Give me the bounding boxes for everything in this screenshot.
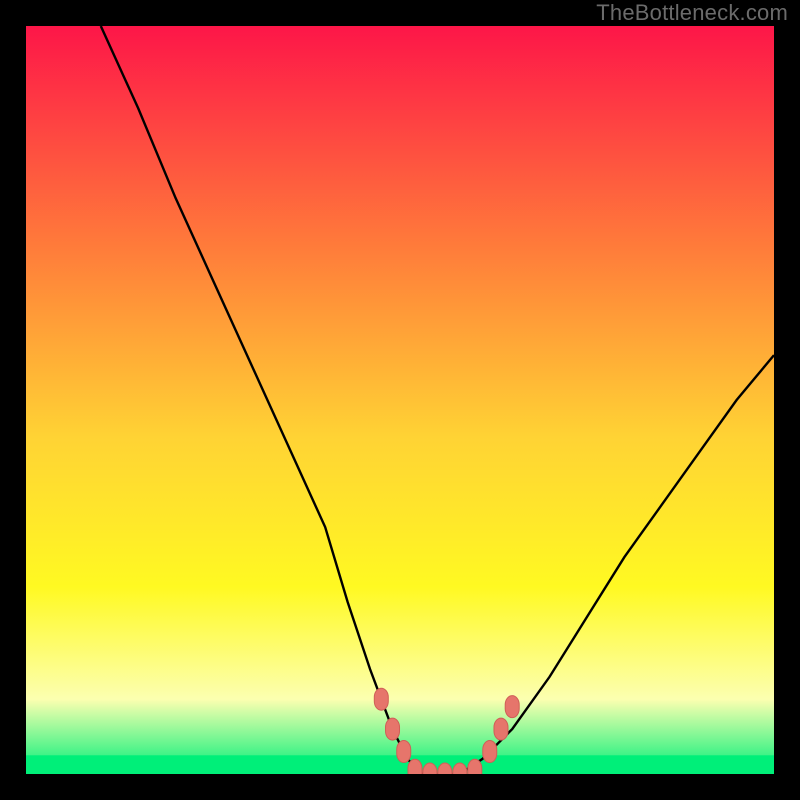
chart-frame: TheBottleneck.com <box>0 0 800 800</box>
curve-marker <box>505 696 519 718</box>
curve-marker <box>397 741 411 763</box>
curve-marker <box>386 718 400 740</box>
curve-marker <box>494 718 508 740</box>
curve-marker <box>408 759 422 774</box>
chart-svg <box>26 26 774 774</box>
gradient-background <box>26 26 774 774</box>
curve-marker <box>468 759 482 774</box>
curve-marker <box>374 688 388 710</box>
plot-area <box>26 26 774 774</box>
watermark-text: TheBottleneck.com <box>596 0 788 26</box>
curve-marker <box>483 741 497 763</box>
